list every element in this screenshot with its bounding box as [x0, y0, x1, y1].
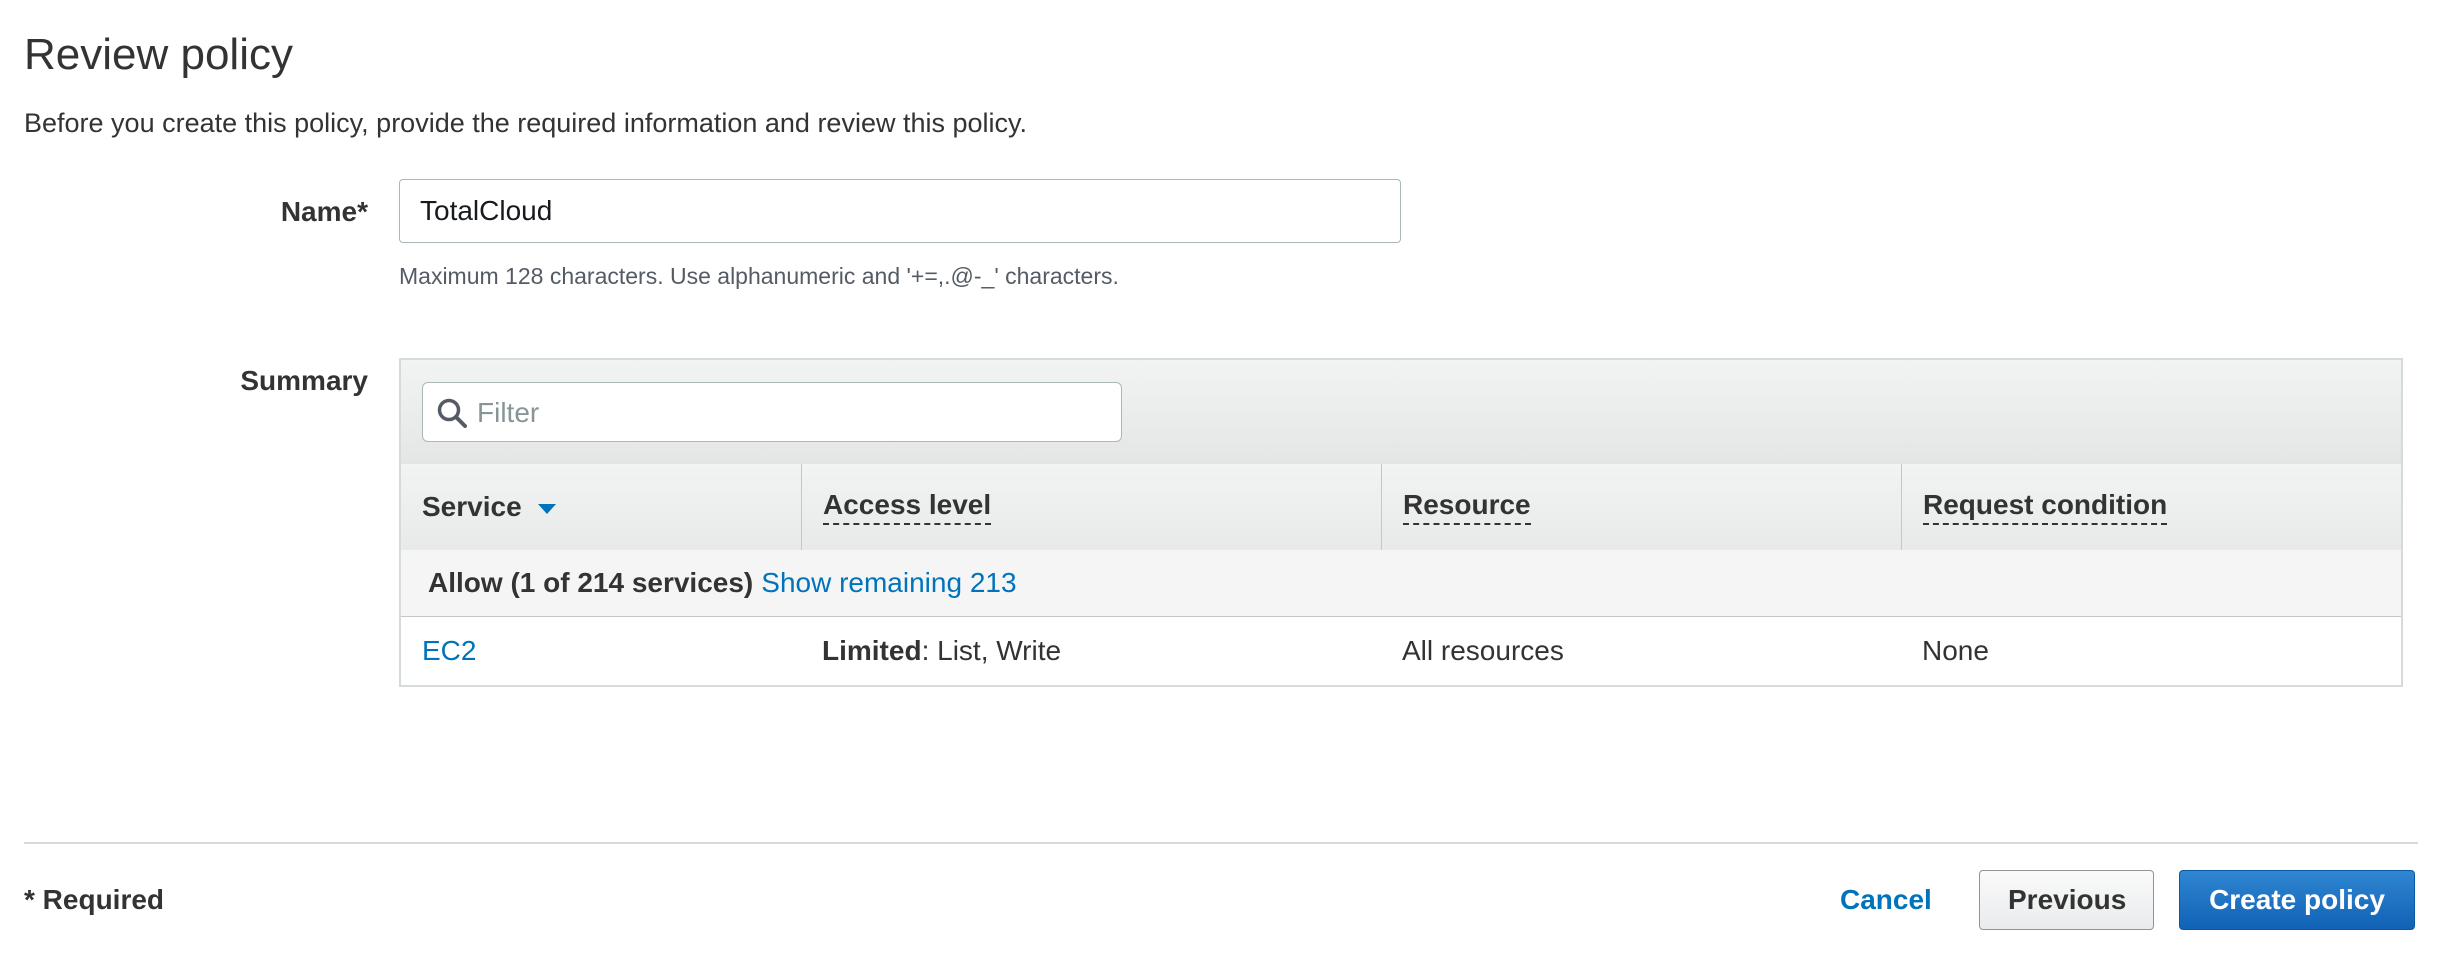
name-hint: Maximum 128 characters. Use alphanumeric…	[399, 263, 1119, 289]
column-header-access-level-label: Access level	[823, 489, 992, 525]
column-header-resource-label: Resource	[1403, 489, 1531, 525]
filter-box[interactable]	[422, 382, 1122, 443]
summary-table: Service Access level Resource Request co…	[399, 358, 2403, 687]
show-remaining-link[interactable]: Show remaining 213	[761, 567, 1016, 599]
table-row: EC2 Limited: List, Write All resources N…	[401, 617, 2401, 685]
filter-bar	[401, 360, 2401, 465]
summary-label: Summary	[240, 365, 368, 396]
create-policy-button[interactable]: Create policy	[2179, 870, 2415, 930]
access-level-cell: Limited: List, Write	[801, 617, 1061, 685]
filter-input[interactable]	[475, 383, 1109, 443]
access-level-bold: Limited	[822, 635, 922, 666]
previous-button[interactable]: Previous	[1979, 870, 2154, 930]
policy-name-input[interactable]	[399, 179, 1401, 243]
column-header-access-level[interactable]: Access level	[801, 464, 1381, 550]
table-header: Service Access level Resource Request co…	[401, 464, 2401, 551]
request-condition-cell: None	[1922, 635, 1989, 666]
column-header-service-label: Service	[422, 491, 522, 522]
search-icon	[437, 398, 467, 428]
cancel-button[interactable]: Cancel	[1812, 870, 1948, 930]
name-label: Name*	[280, 196, 368, 227]
allow-group-label: Allow (1 of 214 services)	[428, 567, 754, 598]
column-header-request-condition[interactable]: Request condition	[1901, 464, 2401, 550]
page-description: Before you create this policy, provide t…	[24, 108, 1028, 138]
access-level-detail: : List, Write	[921, 635, 1062, 666]
allow-group-row: Allow (1 of 214 services) Show remaining…	[401, 550, 2401, 617]
service-link-ec2[interactable]: EC2	[422, 635, 476, 667]
caret-down-icon[interactable]	[536, 502, 558, 516]
required-note: * Required	[24, 884, 165, 915]
column-header-resource[interactable]: Resource	[1381, 464, 1901, 550]
resource-cell: All resources	[1402, 635, 1564, 666]
column-header-service[interactable]: Service	[401, 464, 801, 550]
column-header-request-condition-label: Request condition	[1923, 489, 2168, 525]
page-title: Review policy	[24, 30, 293, 79]
footer-divider	[24, 842, 2418, 844]
